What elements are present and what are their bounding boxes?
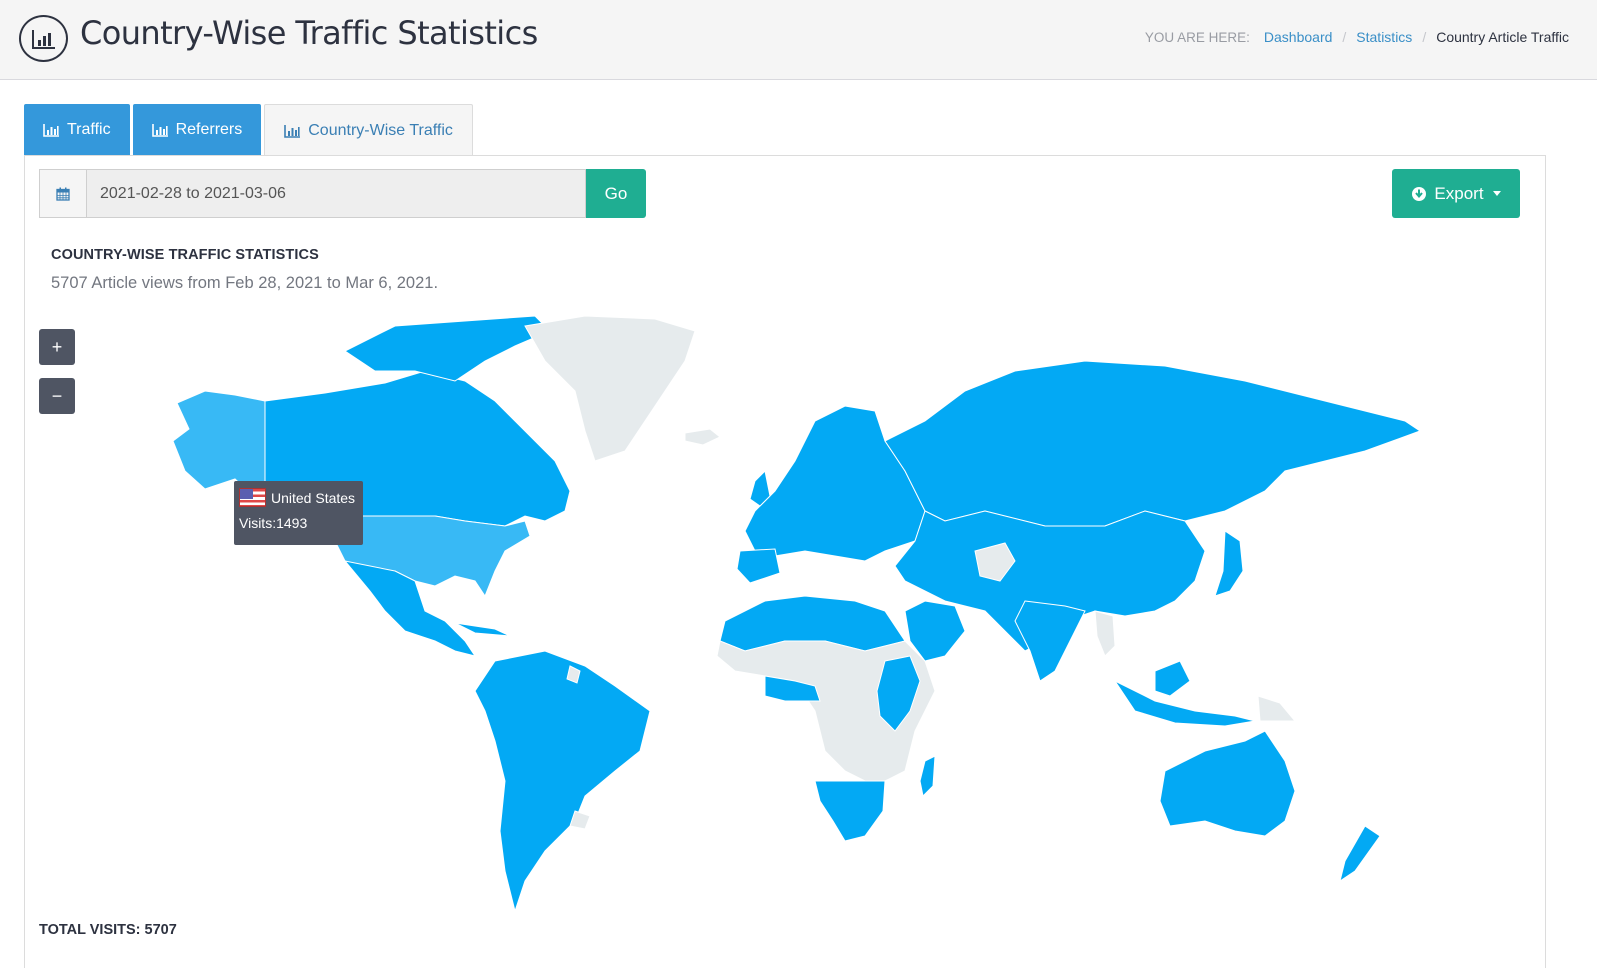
tab-bar: Traffic Referrers Country-Wise Traffic bbox=[24, 104, 473, 157]
country-india[interactable] bbox=[1014, 600, 1086, 682]
country-madagascar[interactable] bbox=[919, 755, 936, 798]
date-range-input[interactable] bbox=[86, 169, 586, 218]
page-header: Country-Wise Traffic Statistics YOU ARE … bbox=[0, 0, 1597, 80]
country-cuba[interactable] bbox=[454, 622, 511, 637]
tab-label: Referrers bbox=[175, 121, 243, 138]
country-south-america[interactable] bbox=[474, 650, 651, 913]
bar-chart-icon bbox=[19, 15, 68, 62]
section-title: COUNTRY-WISE TRAFFIC STATISTICS bbox=[51, 247, 319, 263]
total-visits: TOTAL VISITS: 5707 bbox=[39, 922, 177, 938]
map-zoom-in-button[interactable]: + bbox=[39, 329, 75, 365]
country-japan[interactable] bbox=[1214, 530, 1244, 597]
country-canada-islands[interactable] bbox=[344, 315, 551, 382]
breadcrumb-statistics-link[interactable]: Statistics bbox=[1356, 29, 1412, 45]
tooltip-visits: Visits:1493 bbox=[239, 515, 308, 531]
world-map[interactable] bbox=[165, 311, 1425, 921]
tab-label: Traffic bbox=[67, 121, 111, 138]
country-papua-new-guinea[interactable] bbox=[1257, 695, 1297, 722]
breadcrumb-separator: / bbox=[1422, 29, 1427, 45]
date-range-group: Go bbox=[39, 169, 646, 218]
go-button[interactable]: Go bbox=[586, 169, 646, 218]
section-subtitle: 5707 Article views from Feb 28, 2021 to … bbox=[51, 274, 439, 292]
country-new-zealand[interactable] bbox=[1339, 825, 1381, 883]
tab-country-wise-traffic[interactable]: Country-Wise Traffic bbox=[264, 104, 473, 157]
bar-chart-icon bbox=[151, 124, 168, 137]
country-iceland[interactable] bbox=[684, 428, 721, 446]
bar-chart-icon bbox=[284, 125, 301, 138]
country-europe[interactable] bbox=[744, 405, 926, 562]
country-indonesia[interactable] bbox=[1113, 679, 1256, 727]
us-flag-icon bbox=[239, 488, 266, 507]
tab-traffic[interactable]: Traffic bbox=[24, 104, 130, 156]
breadcrumb-current: Country Article Traffic bbox=[1436, 29, 1569, 45]
country-australia[interactable] bbox=[1159, 730, 1296, 837]
tab-referrers[interactable]: Referrers bbox=[132, 104, 262, 156]
breadcrumb-dashboard-link[interactable]: Dashboard bbox=[1264, 29, 1333, 45]
bar-chart-icon bbox=[43, 124, 59, 137]
country-southern-africa[interactable] bbox=[814, 780, 886, 842]
export-label: Export bbox=[1434, 183, 1484, 203]
tab-label: Country-Wise Traffic bbox=[308, 122, 453, 139]
country-greenland[interactable] bbox=[524, 315, 696, 462]
caret-down-icon bbox=[1492, 191, 1501, 196]
download-circle-icon bbox=[1412, 186, 1427, 201]
country-iberia[interactable] bbox=[736, 548, 781, 584]
map-zoom-out-button[interactable]: − bbox=[39, 378, 75, 414]
breadcrumb-separator: / bbox=[1342, 29, 1347, 45]
content-panel: Go Export COUNTRY-WISE TRAFFIC STATISTIC… bbox=[24, 155, 1546, 968]
country-russia[interactable] bbox=[884, 360, 1422, 527]
export-button[interactable]: Export bbox=[1392, 169, 1520, 218]
calendar-icon[interactable] bbox=[39, 169, 86, 218]
country-myanmar[interactable] bbox=[1094, 610, 1116, 657]
breadcrumb: YOU ARE HERE: Dashboard / Statistics / C… bbox=[1145, 29, 1569, 45]
tooltip-country: United States bbox=[271, 489, 356, 506]
page-title: Country-Wise Traffic Statistics bbox=[80, 14, 538, 52]
country-borneo[interactable] bbox=[1154, 660, 1191, 697]
map-tooltip: United States Visits:1493 bbox=[234, 481, 363, 545]
breadcrumb-label: YOU ARE HERE: bbox=[1144, 29, 1250, 45]
